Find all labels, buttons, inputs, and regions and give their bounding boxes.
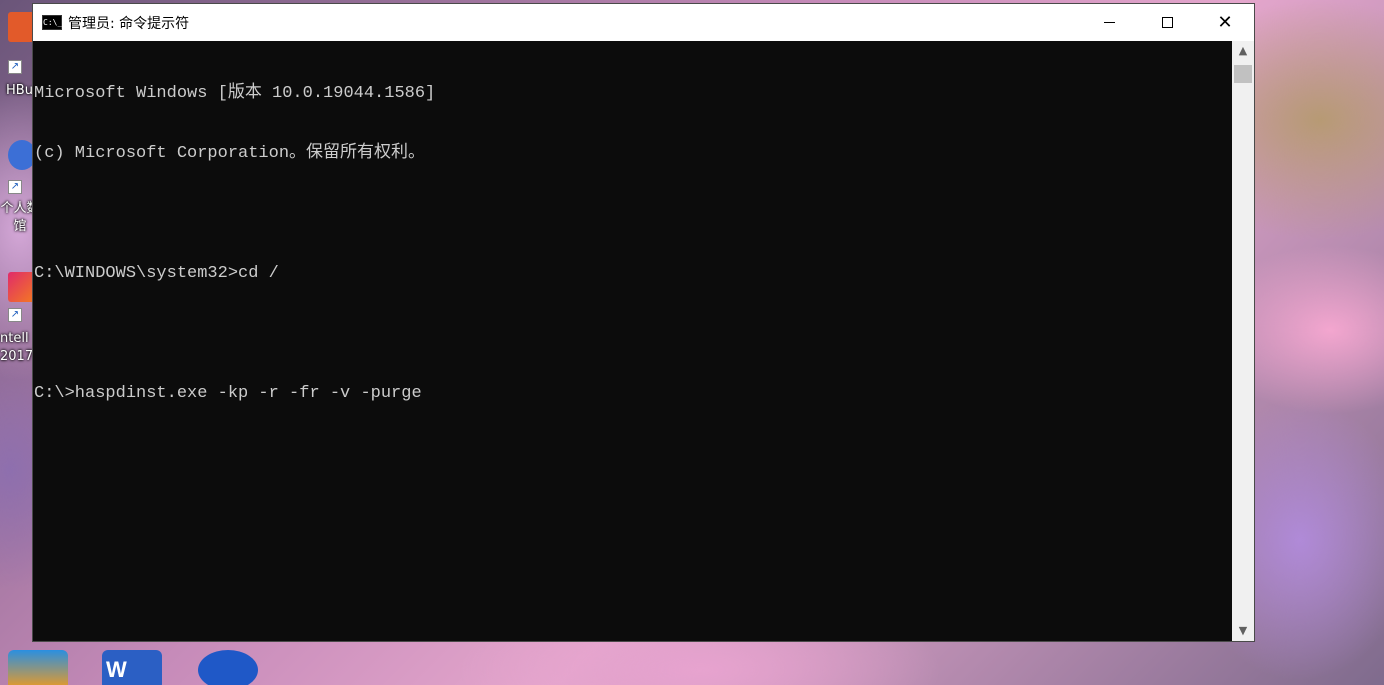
console-line: C:\WINDOWS\system32>cd / xyxy=(34,264,279,283)
bottom-app-icon-1[interactable] xyxy=(8,650,68,685)
console-output[interactable]: Microsoft Windows [版本 10.0.19044.1586] (… xyxy=(33,41,1232,641)
cmd-window[interactable]: C:\_ 管理员: 命令提示符 ✕ Microsoft Windows [版本 … xyxy=(32,3,1255,642)
console-line: C:\>haspdinst.exe -kp -r -fr -v -purge xyxy=(34,384,422,403)
shortcut-arrow-icon: ↗ xyxy=(8,308,22,322)
vertical-scrollbar[interactable]: ▲ ▼ xyxy=(1232,41,1254,641)
shortcut-arrow-icon: ↗ xyxy=(8,180,22,194)
shortcut-arrow-icon: ↗ xyxy=(8,60,22,74)
close-button[interactable]: ✕ xyxy=(1196,4,1254,41)
maximize-button[interactable] xyxy=(1138,4,1196,41)
close-icon: ✕ xyxy=(1217,11,1233,33)
screenshot-app-icon[interactable] xyxy=(198,650,258,685)
desktop-icon-label: ntell 2017 xyxy=(0,331,34,364)
scroll-up-icon[interactable]: ▲ xyxy=(1232,41,1254,61)
minimize-icon xyxy=(1103,22,1115,23)
console-line: (c) Microsoft Corporation。保留所有权利。 xyxy=(34,144,426,163)
cmd-icon: C:\_ xyxy=(42,15,62,30)
console-line: Microsoft Windows [版本 10.0.19044.1586] xyxy=(34,84,436,103)
maximize-icon xyxy=(1161,17,1173,28)
word-icon[interactable]: W xyxy=(102,650,162,685)
desktop-icon-label: HBu xyxy=(6,83,33,98)
title-bar[interactable]: C:\_ 管理员: 命令提示符 ✕ xyxy=(33,4,1254,41)
minimize-button[interactable] xyxy=(1080,4,1138,41)
scroll-down-icon[interactable]: ▼ xyxy=(1232,621,1254,641)
window-title: 管理员: 命令提示符 xyxy=(68,15,190,32)
scroll-thumb[interactable] xyxy=(1234,65,1252,83)
